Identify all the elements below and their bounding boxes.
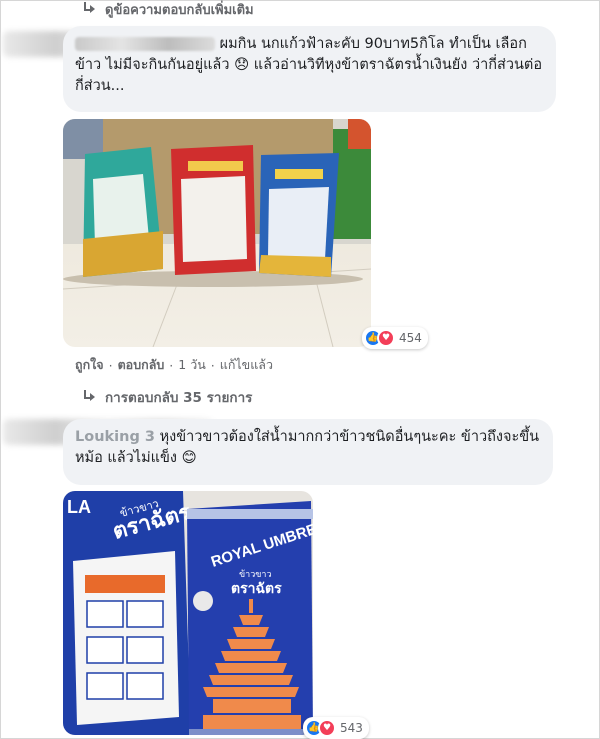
separator-dot: · <box>210 357 215 373</box>
comments-panel: ดูข้อความตอบกลับเพิ่มเติม ผมกิน นกแก้วฟ้… <box>0 0 600 739</box>
reply-arrow-icon <box>83 2 97 14</box>
comment-bubble: Louking 3 หุงข้าวขาวต้องใส่น้ำมากกว่าข้า… <box>63 419 553 485</box>
reaction-count: 454 <box>399 331 422 345</box>
reaction-summary[interactable]: 👍 ♥ 543 <box>303 717 369 739</box>
reply-link[interactable]: ตอบกลับ <box>118 355 165 375</box>
svg-text:ข้าวขาว: ข้าวขาว <box>239 569 272 580</box>
like-link[interactable]: ถูกใจ <box>75 355 104 375</box>
svg-text:LA: LA <box>67 497 91 517</box>
svg-text:ตราฉัตร: ตราฉัตร <box>231 581 282 597</box>
reply-arrow-icon <box>83 390 97 402</box>
separator-dot: · <box>169 357 174 373</box>
view-more-replies-link[interactable]: ดูข้อความตอบกลับเพิ่มเติม <box>83 1 254 18</box>
timestamp[interactable]: 1 วัน <box>178 355 206 375</box>
edited-label: แก้ไขแล้ว <box>219 357 273 372</box>
view-replies-link[interactable]: การตอบกลับ 35 รายการ <box>83 387 252 407</box>
separator-dot: · <box>108 357 113 373</box>
reaction-count: 543 <box>340 721 363 735</box>
author-name-fragment[interactable]: Louking 3 <box>75 429 155 445</box>
comment-text: Louking 3 หุงข้าวขาวต้องใส่น้ำมากกว่าข้า… <box>75 429 540 466</box>
view-replies-label: การตอบกลับ 35 รายการ <box>105 390 253 406</box>
love-reaction-icon: ♥ <box>377 329 395 347</box>
love-reaction-icon: ♥ <box>318 719 336 737</box>
comment-bubble: ผมกิน นกแก้วฟ้าละคับ 90บาท5กิโล ทำเป็น เ… <box>63 26 556 112</box>
comment-actions: ถูกใจ · ตอบกลับ · 1 วัน · แก้ไขแล้ว <box>75 355 273 375</box>
reaction-summary[interactable]: 👍 ♥ 454 <box>362 327 428 349</box>
redacted-author-name[interactable] <box>75 37 215 51</box>
comment-photo-royal-umbrella-rice[interactable]: LA ข้าวขาว ตราฉัตร ROYAL UMBRELLA ข้าวขา… <box>63 491 313 735</box>
comment-photo-rice-bags[interactable] <box>63 119 371 347</box>
comment-text: ผมกิน นกแก้วฟ้าละคับ 90บาท5กิโล ทำเป็น เ… <box>75 36 543 94</box>
view-more-replies-label: ดูข้อความตอบกลับเพิ่มเติม <box>105 2 254 18</box>
